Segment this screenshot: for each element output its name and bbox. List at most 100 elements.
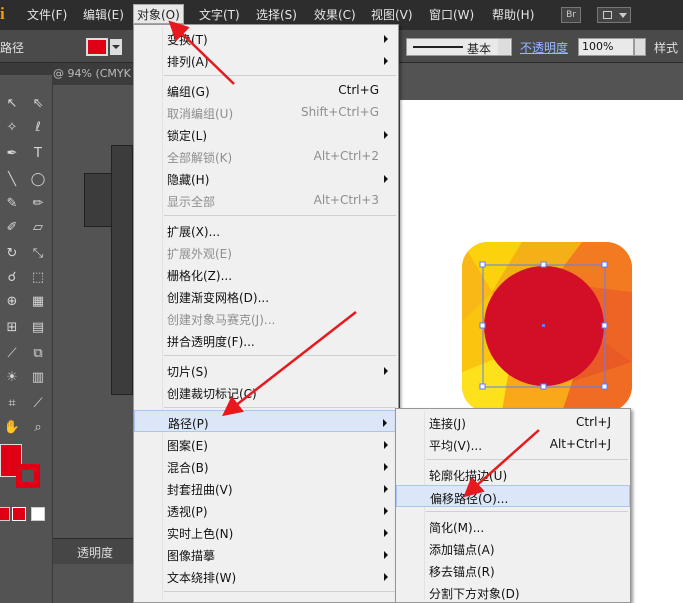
menu-help[interactable]: 帮助(H) <box>489 5 537 25</box>
submenu-arrow-icon <box>384 175 388 183</box>
menu-item-label: 扩展外观(E) <box>167 247 232 261</box>
menu-item-create-trim-marks[interactable]: 创建裁切标记(C) <box>134 381 398 403</box>
opacity-dropdown[interactable] <box>634 38 646 56</box>
gradient-mode-button[interactable] <box>12 507 26 521</box>
bounding-box-handle[interactable] <box>601 322 608 329</box>
menu-item-image-trace[interactable]: 图像描摹 <box>134 543 398 565</box>
menu-item-divide-objects-below[interactable]: 分割下方对象(D) <box>396 581 630 603</box>
warp-tool-icon[interactable]: ☌ <box>0 267 24 289</box>
magic-wand-tool-icon[interactable]: ✧ <box>0 117 24 139</box>
shape-builder-tool-icon[interactable]: ⊕ <box>0 291 24 313</box>
paintbrush-tool-icon[interactable]: ✎ <box>0 193 24 215</box>
slice-tool-icon[interactable]: ⟋ <box>26 393 50 415</box>
document-tab[interactable]: @ 94% (CMYK <box>53 63 133 85</box>
ellipse-tool-icon[interactable]: ◯ <box>26 169 50 191</box>
workspace-switcher-button[interactable] <box>597 7 631 23</box>
none-mode-button[interactable] <box>31 507 45 521</box>
menu-item-offset-path[interactable]: 偏移路径(O)... <box>396 485 630 507</box>
menu-item-label: 轮廓化描边(U) <box>429 469 508 483</box>
menu-item-path[interactable]: 路径(P) <box>134 410 398 432</box>
menu-item-live-paint[interactable]: 实时上色(N) <box>134 521 398 543</box>
menu-item-rasterize[interactable]: 栅格化(Z)... <box>134 263 398 285</box>
submenu-arrow-icon <box>384 367 388 375</box>
eraser-tool-icon[interactable]: ▱ <box>26 217 50 239</box>
menu-item-text-wrap[interactable]: 文本绕排(W) <box>134 565 398 587</box>
bounding-box-handle[interactable] <box>479 383 486 390</box>
menu-view[interactable]: 视图(V) <box>368 5 416 25</box>
stroke-color-box[interactable] <box>16 464 40 488</box>
menu-item-join[interactable]: 连接(J) Ctrl+J <box>396 411 630 433</box>
color-mode-button[interactable] <box>0 507 10 521</box>
menu-item-average[interactable]: 平均(V)... Alt+Ctrl+J <box>396 433 630 455</box>
blob-brush-tool-icon[interactable]: ✐ <box>0 217 24 239</box>
menu-item-flatten-transparency[interactable]: 拼合透明度(F)... <box>134 329 398 351</box>
menu-item-arrange[interactable]: 排列(A) <box>134 49 398 71</box>
menu-select[interactable]: 选择(S) <box>253 5 300 25</box>
mesh-tool-icon[interactable]: ⊞ <box>0 317 24 339</box>
fill-dropdown[interactable] <box>110 39 122 55</box>
type-tool-icon[interactable]: T <box>26 143 50 165</box>
menu-item-create-gradient-mesh[interactable]: 创建渐变网格(D)... <box>134 285 398 307</box>
stroke-profile-select[interactable]: 基本 <box>406 38 512 56</box>
bounding-box-handle[interactable] <box>479 322 486 329</box>
menu-effect[interactable]: 效果(C) <box>311 5 359 25</box>
pencil-tool-icon[interactable]: ✏ <box>26 193 50 215</box>
menu-item-group[interactable]: 编组(G) Ctrl+G <box>134 79 398 101</box>
perspective-grid-tool-icon[interactable]: ▦ <box>26 291 50 313</box>
menu-item-label: 分割下方对象(D) <box>429 587 520 601</box>
stroke-profile-dropdown[interactable] <box>498 39 510 55</box>
line-tool-icon[interactable]: ╲ <box>0 169 24 191</box>
free-transform-tool-icon[interactable]: ⬚ <box>26 267 50 289</box>
transparency-panel-tab[interactable]: 透明度 <box>53 538 133 564</box>
artboard-tool-icon[interactable]: ⌗ <box>0 393 24 415</box>
symbol-sprayer-tool-icon[interactable]: ☀ <box>0 367 24 389</box>
menu-item-slice[interactable]: 切片(S) <box>134 359 398 381</box>
bounding-box-handle[interactable] <box>479 261 486 268</box>
opacity-input[interactable]: 100% <box>578 38 634 56</box>
blend-tool-icon[interactable]: ⧉ <box>26 343 50 365</box>
bounding-box-handle[interactable] <box>601 261 608 268</box>
menu-item-lock[interactable]: 锁定(L) <box>134 123 398 145</box>
menu-type[interactable]: 文字(T) <box>196 5 243 25</box>
menu-item-hide[interactable]: 隐藏(H) <box>134 167 398 189</box>
menu-separator <box>164 407 396 408</box>
gradient-tool-icon[interactable]: ▤ <box>26 317 50 339</box>
menu-item-label: 连接(J) <box>429 417 466 431</box>
menu-item-pattern[interactable]: 图案(E) <box>134 433 398 455</box>
rotate-tool-icon[interactable]: ↻ <box>0 243 24 265</box>
fill-color-swatch[interactable] <box>86 38 108 56</box>
menu-item-blend[interactable]: 混合(B) <box>134 455 398 477</box>
menu-item-transform[interactable]: 变换(T) <box>134 27 398 49</box>
submenu-arrow-icon <box>384 35 388 43</box>
menu-item-simplify[interactable]: 简化(M)... <box>396 515 630 537</box>
style-label: 样式 <box>654 41 679 55</box>
floating-panel-collapsed[interactable] <box>84 173 114 227</box>
menu-object[interactable]: 对象(O) <box>133 4 184 24</box>
selection-tool-icon[interactable]: ↖ <box>0 93 24 115</box>
lasso-tool-icon[interactable]: ℓ <box>26 117 50 139</box>
menu-item-perspective[interactable]: 透视(P) <box>134 499 398 521</box>
zoom-tool-icon[interactable]: ⌕ <box>26 417 50 439</box>
menu-window[interactable]: 窗口(W) <box>426 5 477 25</box>
tools-panel-header[interactable] <box>0 63 53 75</box>
menu-edit[interactable]: 编辑(E) <box>80 5 127 25</box>
menu-item-expand[interactable]: 扩展(X)... <box>134 219 398 241</box>
menu-item-envelope-distort[interactable]: 封套扭曲(V) <box>134 477 398 499</box>
app-icon-artwork[interactable] <box>462 242 632 412</box>
scale-tool-icon[interactable]: ⤡ <box>26 243 50 265</box>
bridge-button[interactable]: Br <box>561 7 581 23</box>
opacity-label[interactable]: 不透明度 <box>520 39 568 56</box>
menu-item-add-anchor-points[interactable]: 添加锚点(A) <box>396 537 630 559</box>
menu-item-remove-anchor-points[interactable]: 移去锚点(R) <box>396 559 630 581</box>
bounding-box-handle[interactable] <box>601 383 608 390</box>
menu-file[interactable]: 文件(F) <box>24 5 70 25</box>
pen-tool-icon[interactable]: ✒ <box>0 143 24 165</box>
menu-item-outline-stroke[interactable]: 轮廓化描边(U) <box>396 463 630 485</box>
column-graph-tool-icon[interactable]: ▥ <box>26 367 50 389</box>
bounding-box-handle[interactable] <box>540 261 547 268</box>
hand-tool-icon[interactable]: ✋ <box>0 417 24 439</box>
direct-selection-tool-icon[interactable]: ⇖ <box>26 93 50 115</box>
floating-panel-swatches[interactable] <box>111 145 133 395</box>
bounding-box-handle[interactable] <box>540 383 547 390</box>
eyedropper-tool-icon[interactable]: ⟋ <box>0 343 24 365</box>
